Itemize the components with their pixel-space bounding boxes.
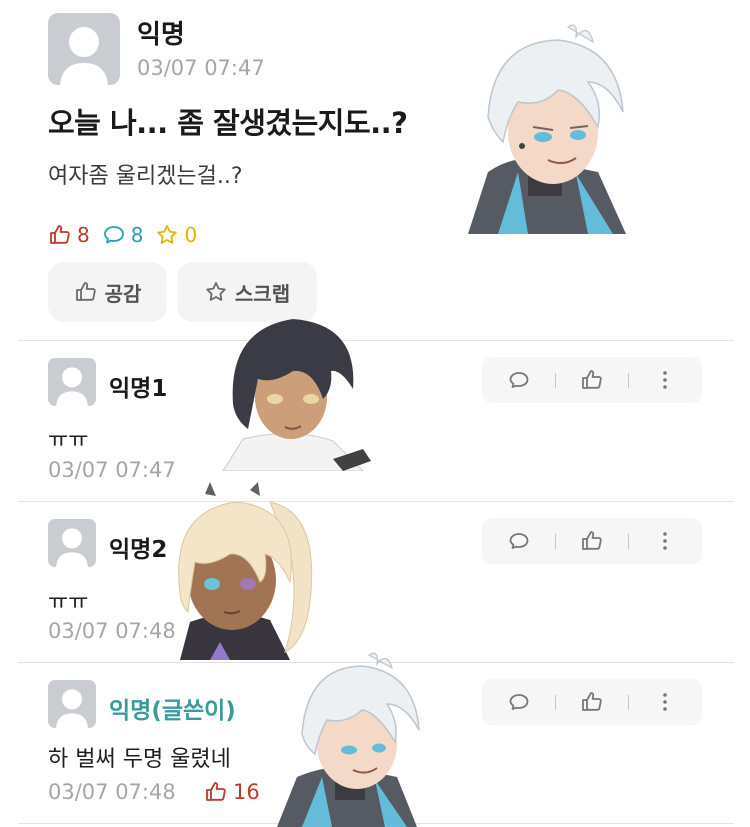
more-options-button[interactable] (647, 684, 683, 720)
vertical-dots-icon (663, 371, 667, 389)
more-options-button[interactable] (647, 362, 683, 398)
character-sticker-white-hair-2 (267, 652, 437, 827)
comment-toolbar (482, 357, 702, 403)
toolbar-separator (555, 533, 556, 549)
like-count-value: 8 (77, 223, 90, 247)
thumbs-up-icon (206, 782, 226, 801)
character-sticker-blonde-girl (160, 482, 324, 660)
vertical-dots-icon (663, 532, 667, 550)
speech-bubble-icon (103, 226, 124, 244)
comment-count-value: 8 (130, 223, 144, 247)
post-title: 오늘 나... 좀 잘생겼는지도..? (48, 106, 408, 140)
comment-author-avatar (48, 519, 96, 567)
comment-text: 하 벌써 두명 울렸네 (48, 747, 231, 772)
toolbar-separator (628, 372, 629, 388)
toolbar-separator (555, 372, 556, 388)
comment-author-name: 익명2 (109, 537, 168, 563)
comment-author-name-op: 익명(글쓴이) (109, 698, 236, 724)
comment-like-button[interactable] (574, 362, 610, 398)
star-icon (206, 282, 226, 301)
character-sticker-white-hair (448, 22, 648, 234)
post-body: 여자좀 울리겠는걸..? (48, 164, 243, 189)
like-button[interactable]: 공감 (48, 262, 167, 322)
comment-author-avatar (48, 358, 96, 406)
reply-button[interactable] (501, 523, 537, 559)
thumbs-up-icon (582, 531, 602, 550)
toolbar-separator (628, 533, 629, 549)
comment-toolbar (482, 679, 702, 725)
comment-text: ㅠㅠ (48, 590, 89, 615)
more-options-button[interactable] (647, 523, 683, 559)
character-sticker-dark-hair (213, 309, 371, 471)
comment-count: 8 (102, 223, 144, 247)
comment-timestamp: 03/07 07:47 (48, 458, 176, 482)
reply-button[interactable] (501, 684, 537, 720)
comment-like-button[interactable] (574, 684, 610, 720)
comment-toolbar (482, 518, 702, 564)
thumbs-up-icon (582, 692, 602, 711)
toolbar-separator (555, 694, 556, 710)
comment-like-count: 16 (204, 780, 260, 804)
vertical-dots-icon (663, 693, 667, 711)
speech-bubble-icon (509, 533, 529, 549)
thumbs-up-icon (582, 370, 602, 389)
star-icon (157, 225, 178, 244)
thumbs-up-icon (75, 282, 96, 301)
divider (18, 340, 734, 341)
post-author-avatar (48, 13, 120, 85)
like-button-label: 공감 (104, 281, 142, 306)
speech-bubble-icon (509, 372, 529, 388)
comment-timestamp: 03/07 07:48 (48, 780, 176, 804)
comment-timestamp: 03/07 07:48 (48, 619, 176, 643)
post-stats: 8 8 0 (48, 221, 209, 249)
reply-button[interactable] (501, 362, 537, 398)
toolbar-separator (628, 694, 629, 710)
comment-author-name: 익명1 (109, 376, 168, 402)
comment-author-avatar (48, 680, 96, 728)
comment-like-count-value: 16 (233, 780, 260, 804)
post-author-name: 익명 (137, 20, 185, 50)
like-count: 8 (48, 223, 90, 247)
speech-bubble-icon (509, 694, 529, 710)
scrap-count: 0 (155, 223, 197, 247)
thumbs-up-icon (50, 225, 70, 244)
post-timestamp: 03/07 07:47 (137, 56, 265, 80)
divider (18, 501, 734, 502)
scrap-count-value: 0 (184, 223, 198, 247)
scrap-button-label: 스크랩 (234, 281, 291, 306)
comment-text: ㅠㅠ (48, 428, 89, 453)
comment-like-button[interactable] (574, 523, 610, 559)
